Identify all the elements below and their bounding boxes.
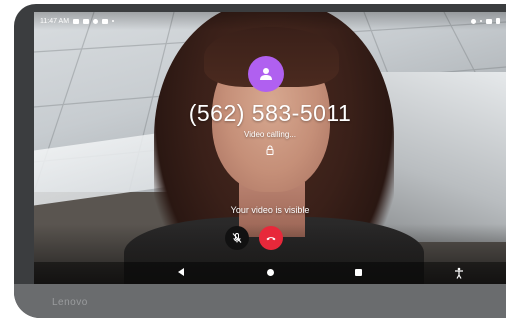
notification-icon bbox=[73, 18, 80, 24]
photo-icon bbox=[102, 18, 109, 24]
home-icon[interactable] bbox=[267, 269, 274, 276]
video-visible-notice: Your video is visible bbox=[230, 205, 310, 215]
more-notifications-icon bbox=[112, 20, 115, 22]
back-icon[interactable] bbox=[178, 268, 184, 276]
end-call-icon bbox=[266, 237, 276, 241]
end-call-button[interactable] bbox=[259, 226, 283, 250]
cast-icon bbox=[83, 18, 90, 24]
mic-off-icon bbox=[232, 233, 242, 243]
wifi-icon bbox=[486, 18, 492, 24]
call-screen: 11:47 AM (562) 583-5011 Video calling...… bbox=[34, 12, 506, 284]
tablet-bezel-bottom: Lenovo bbox=[14, 284, 506, 318]
navigation-bar bbox=[34, 262, 506, 284]
eye-icon bbox=[471, 18, 476, 24]
phone-number: (562) 583-5011 bbox=[188, 100, 352, 126]
battery-icon bbox=[496, 18, 500, 24]
status-time: 11:47 AM bbox=[40, 17, 70, 25]
accessibility-icon[interactable] bbox=[454, 267, 464, 279]
lock-icon bbox=[266, 145, 274, 155]
caller-avatar bbox=[248, 56, 284, 92]
person-icon bbox=[260, 68, 272, 80]
settings-icon bbox=[93, 18, 99, 24]
signal-icon bbox=[480, 20, 482, 22]
status-right bbox=[471, 18, 500, 24]
status-left: 11:47 AM bbox=[40, 17, 115, 25]
status-bar: 11:47 AM bbox=[34, 12, 506, 30]
mute-button[interactable] bbox=[225, 226, 249, 250]
recents-icon[interactable] bbox=[355, 269, 362, 276]
brand-logo: Lenovo bbox=[52, 297, 88, 308]
call-status: Video calling... bbox=[244, 130, 296, 139]
